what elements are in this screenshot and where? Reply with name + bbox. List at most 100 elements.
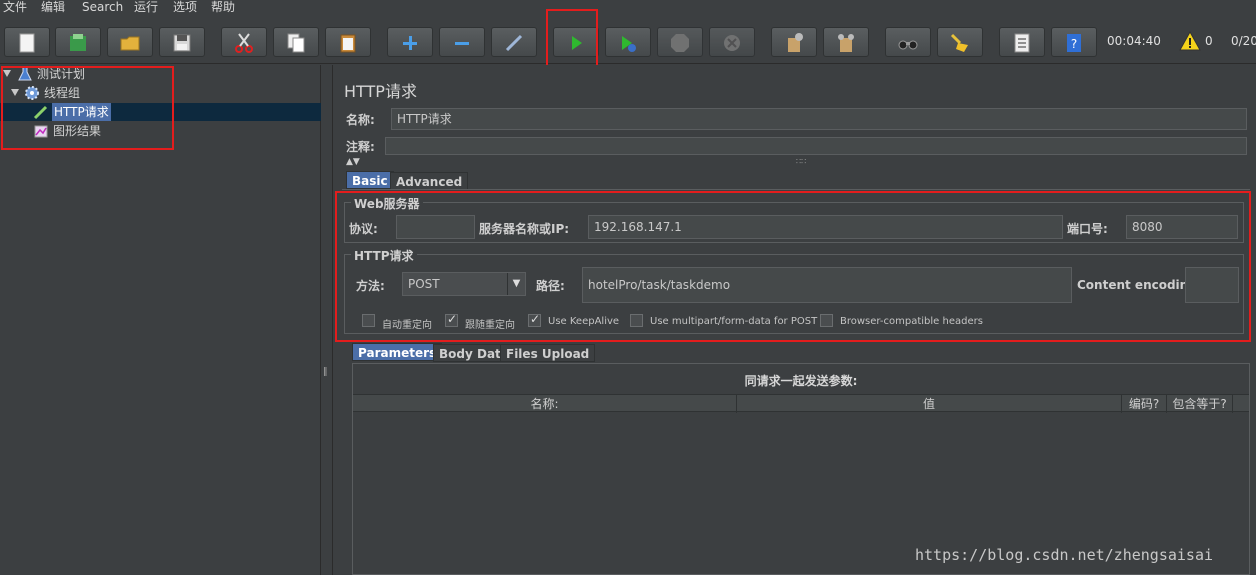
- protocol-field[interactable]: [396, 215, 475, 239]
- menu-bar: 文件 编辑 Search 运行 选项 帮助: [0, 0, 1256, 16]
- multipart-checkbox[interactable]: [630, 314, 643, 327]
- menu-options[interactable]: 选项: [173, 0, 197, 15]
- templates-button[interactable]: [55, 27, 101, 57]
- plus-icon: [403, 36, 417, 50]
- content-encoding-field[interactable]: [1185, 267, 1239, 303]
- broom-gears-icon: [838, 34, 854, 52]
- broom-gear-icon: [788, 33, 803, 52]
- menu-edit[interactable]: 编辑: [41, 0, 65, 15]
- open-button[interactable]: [107, 27, 153, 57]
- port-field[interactable]: 8080: [1126, 215, 1238, 239]
- start-button[interactable]: [553, 27, 599, 57]
- collapse-button[interactable]: [439, 27, 485, 57]
- paste-button[interactable]: [325, 27, 371, 57]
- comment-field[interactable]: [385, 137, 1247, 155]
- pipette-icon: [33, 105, 48, 120]
- column-name[interactable]: 名称:: [353, 395, 737, 413]
- follow-redirect-checkbox[interactable]: ✓: [445, 312, 458, 327]
- copy-icon: [287, 33, 305, 53]
- panel-title: HTTP请求: [344, 82, 417, 101]
- keepalive-checkbox[interactable]: ✓: [528, 312, 541, 327]
- chevron-down-icon[interactable]: ▼: [507, 273, 525, 295]
- help-button[interactable]: ?: [1051, 27, 1097, 57]
- play-icon: [572, 36, 582, 50]
- new-button[interactable]: [4, 27, 50, 57]
- protocol-label: 协议:: [349, 222, 378, 236]
- binoculars-icon: [898, 40, 918, 50]
- name-field[interactable]: HTTP请求: [391, 108, 1247, 130]
- path-field[interactable]: hotelPro/task/taskdemo: [582, 267, 1072, 303]
- save-icon: [173, 34, 191, 52]
- port-label: 端口号:: [1067, 222, 1108, 236]
- parameters-caption: 同请求一起发送参数:: [744, 374, 858, 388]
- tree-label-http-request: HTTP请求: [52, 103, 111, 121]
- multipart-label: Use multipart/form-data for POST: [650, 316, 818, 327]
- start-no-pause-button[interactable]: [605, 27, 651, 57]
- search-button[interactable]: [885, 27, 931, 57]
- shutdown-button[interactable]: [709, 27, 755, 57]
- menu-help[interactable]: 帮助: [211, 0, 235, 15]
- tab-files-upload[interactable]: Files Upload: [500, 344, 596, 362]
- tree-item-test-plan[interactable]: 测试计划: [0, 65, 321, 83]
- method-select[interactable]: POST ▼: [402, 272, 526, 296]
- shutdown-icon: [724, 35, 740, 51]
- wand-icon: [505, 34, 523, 52]
- browser-headers-checkbox[interactable]: [820, 314, 833, 327]
- new-file-icon: [19, 33, 35, 53]
- divider-grip-icon[interactable]: ∷∷: [796, 157, 806, 166]
- tree-item-graph-results[interactable]: 图形结果: [0, 122, 321, 140]
- method-value: POST: [408, 277, 440, 291]
- toggle-button[interactable]: [491, 27, 537, 57]
- path-label: 路径:: [536, 279, 565, 293]
- tree-item-http-request[interactable]: HTTP请求: [0, 103, 321, 121]
- clipboard-icon: [340, 34, 356, 53]
- http-request-legend: HTTP请求: [351, 247, 417, 264]
- tree-item-thread-group[interactable]: 线程组: [0, 84, 321, 102]
- splitter-handle[interactable]: ‖: [321, 65, 333, 575]
- menu-search[interactable]: Search: [82, 0, 123, 15]
- web-server-legend: Web服务器: [351, 195, 423, 212]
- stop-button[interactable]: [657, 27, 703, 57]
- svg-text:?: ?: [1071, 37, 1077, 51]
- parameters-table-header: 名称: 值 编码? 包含等于?: [353, 394, 1249, 413]
- save-button[interactable]: [159, 27, 205, 57]
- expand-arrow-icon[interactable]: [11, 89, 19, 96]
- tab-advanced[interactable]: Advanced: [390, 172, 469, 190]
- menu-file[interactable]: 文件: [3, 0, 27, 15]
- function-helper-button[interactable]: [999, 27, 1045, 57]
- tree-label-thread-group: 线程组: [44, 86, 81, 100]
- auto-redirect-label: 自动重定向: [382, 320, 432, 331]
- keepalive-label: Use KeepAlive: [548, 316, 620, 327]
- cut-button[interactable]: [221, 27, 267, 57]
- copy-button[interactable]: [273, 27, 319, 57]
- reset-search-button[interactable]: [937, 27, 983, 57]
- thread-count: 0/20: [1231, 34, 1256, 48]
- column-value[interactable]: 值: [737, 395, 1122, 413]
- name-label: 名称:: [346, 113, 375, 127]
- column-include-equals[interactable]: 包含等于?: [1167, 395, 1233, 413]
- collapse-arrows-icon[interactable]: ▲▼: [346, 157, 360, 167]
- content-encoding-label: Content encoding:: [1077, 278, 1202, 292]
- warning-icon: [1179, 31, 1201, 51]
- column-encode[interactable]: 编码?: [1122, 395, 1167, 413]
- clear-all-button[interactable]: [823, 27, 869, 57]
- graph-icon: [34, 125, 48, 138]
- expand-button[interactable]: [387, 27, 433, 57]
- tab-basic[interactable]: Basic: [346, 171, 394, 189]
- tree-label-graph-results: 图形结果: [53, 124, 102, 138]
- expand-arrow-icon[interactable]: [3, 70, 11, 77]
- auto-redirect-checkbox[interactable]: [362, 314, 375, 327]
- server-label: 服务器名称或IP:: [479, 222, 570, 236]
- clear-button[interactable]: [771, 27, 817, 57]
- tab-parameters[interactable]: Parameters: [352, 343, 443, 361]
- warning-count: 0: [1205, 34, 1213, 48]
- checkmark-icon: ✓: [447, 312, 458, 326]
- follow-redirect-label: 跟随重定向: [465, 320, 515, 331]
- server-field[interactable]: 192.168.147.1: [588, 215, 1063, 239]
- sampler-panel: HTTP请求 名称: HTTP请求 注释: ▲▼ ∷∷ Basic Advanc…: [334, 65, 1256, 575]
- folder-icon: [120, 36, 140, 51]
- toolbar: ? 00:04:40 0 0/20: [0, 16, 1256, 64]
- menu-run[interactable]: 运行: [134, 0, 158, 15]
- tab-divider: [342, 189, 1250, 190]
- stop-icon: [671, 34, 689, 52]
